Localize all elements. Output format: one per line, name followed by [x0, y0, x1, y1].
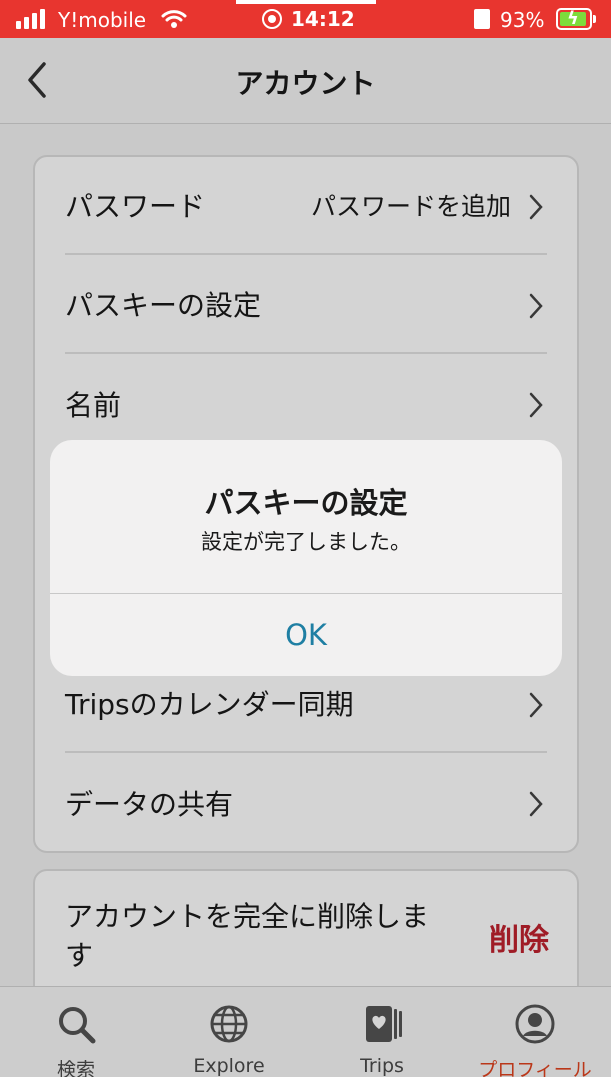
- carrier-name: Y!mobile: [58, 8, 147, 32]
- signal-icon: [16, 9, 45, 29]
- orientation-lock-icon: [474, 9, 490, 29]
- wifi-icon: [161, 10, 187, 28]
- battery-icon: ϟ: [556, 8, 592, 30]
- battery-percentage: 93%: [500, 8, 545, 32]
- alert-ok-button[interactable]: OK: [50, 594, 562, 676]
- alert-title: パスキーの設定: [204, 486, 408, 520]
- screen-record-icon: [262, 9, 282, 29]
- passkey-alert-dialog: パスキーの設定 設定が完了しました。 OK: [50, 440, 562, 676]
- alert-message: 設定が完了しました。: [201, 530, 411, 554]
- clock: 14:12: [291, 7, 355, 31]
- status-bar: Y!mobile 14:12 93% ϟ: [0, 0, 611, 38]
- dynamic-island-indicator: [236, 0, 376, 4]
